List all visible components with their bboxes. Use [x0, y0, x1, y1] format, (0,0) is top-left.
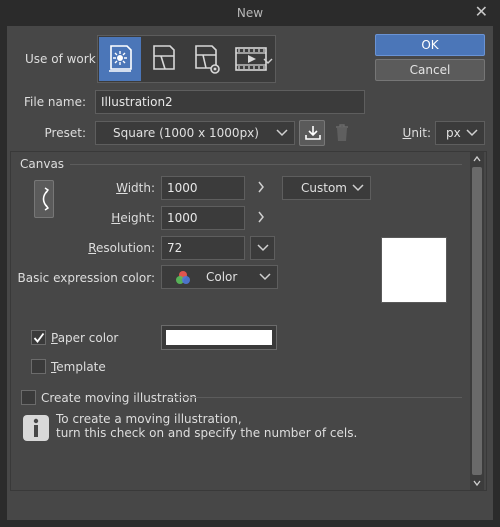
preset-dropdown[interactable]: Square (1000 x 1000px)	[95, 121, 295, 145]
width-label-text: Width:	[116, 181, 155, 195]
title-bar: New ✕	[0, 0, 500, 26]
resolution-input[interactable]: 72	[161, 236, 245, 260]
chevron-down-icon	[351, 177, 365, 199]
window-title: New	[236, 6, 264, 20]
moving-info-line2: turn this check on and specify the numbe…	[56, 426, 358, 440]
use-of-work-comic-settings[interactable]	[185, 37, 227, 81]
save-preset-icon	[305, 126, 321, 140]
scroll-up-icon[interactable]	[473, 155, 481, 163]
info-icon	[23, 415, 49, 441]
preset-value: Square (1000 x 1000px)	[113, 126, 259, 140]
expression-color-dropdown[interactable]: Color	[161, 265, 278, 289]
template-label: Template	[51, 360, 106, 374]
moving-illustration-label: Create moving illustration	[41, 391, 198, 405]
register-preset-button[interactable]	[299, 120, 325, 146]
height-label: Height:	[111, 211, 155, 225]
use-of-work-label: Use of work:	[25, 52, 100, 66]
cancel-button[interactable]: Cancel	[375, 59, 485, 81]
moving-illustration-checkbox[interactable]	[21, 390, 36, 405]
chevron-down-icon	[275, 122, 289, 144]
width-label: Width:	[67, 181, 155, 195]
paper-color-swatch	[166, 330, 272, 345]
canvas-divider	[70, 164, 462, 165]
height-expand-chevron-icon[interactable]	[257, 211, 265, 226]
chevron-down-icon	[465, 122, 479, 144]
color-circles-icon	[176, 271, 190, 284]
resolution-label: Resolution:	[88, 241, 155, 255]
paper-color-label: Paper color	[51, 331, 119, 345]
paper-color-swatch-button[interactable]	[161, 325, 277, 350]
unit-dropdown[interactable]: px	[435, 121, 485, 145]
resolution-dropdown-button[interactable]	[250, 236, 275, 260]
paper-color-checkbox[interactable]	[31, 330, 46, 345]
canvas-section-label: Canvas	[20, 157, 65, 171]
expression-color-value: Color	[206, 270, 238, 284]
canvas-scrollbar[interactable]	[470, 152, 484, 490]
use-of-work-more-chevron-icon[interactable]	[263, 54, 273, 68]
scroll-down-icon[interactable]	[473, 479, 481, 487]
comic-settings-icon	[195, 45, 220, 74]
height-input[interactable]: 1000	[161, 206, 245, 230]
close-icon[interactable]: ✕	[475, 3, 488, 21]
chevron-down-icon	[257, 244, 269, 252]
file-name-input[interactable]: Illustration2	[95, 90, 365, 114]
checkmark-icon	[33, 332, 45, 343]
canvas-preview	[381, 237, 447, 303]
illustration-icon	[109, 45, 132, 72]
delete-preset-button[interactable]	[330, 120, 354, 146]
use-of-work-illustration[interactable]	[99, 37, 141, 81]
width-input[interactable]: 1000	[161, 176, 245, 200]
ok-button[interactable]: OK	[375, 34, 485, 56]
use-of-work-comic[interactable]	[142, 37, 184, 81]
moving-divider	[167, 397, 462, 398]
comic-icon	[153, 45, 175, 70]
scroll-thumb[interactable]	[472, 167, 482, 475]
expression-color-label: Basic expression color:	[17, 271, 155, 285]
width-expand-chevron-icon[interactable]	[257, 181, 265, 196]
file-name-label: File name:	[24, 95, 86, 109]
size-preset-value: Custom	[301, 181, 347, 195]
new-dialog: Use of work: OK Cancel File name: Illust…	[7, 26, 493, 520]
swap-icon	[42, 187, 49, 211]
size-preset-dropdown[interactable]: Custom	[282, 176, 371, 200]
swap-width-height-button[interactable]	[34, 180, 54, 218]
canvas-panel	[10, 151, 487, 491]
unit-value: px	[446, 126, 461, 140]
preset-label: Preset:	[44, 126, 86, 140]
moving-info-line1: To create a moving illustration,	[56, 412, 242, 426]
unit-label: Unit:	[402, 126, 431, 140]
trash-icon	[336, 124, 348, 141]
chevron-down-icon	[258, 266, 272, 288]
template-checkbox[interactable]	[31, 359, 46, 374]
use-of-work-selector	[97, 35, 276, 83]
